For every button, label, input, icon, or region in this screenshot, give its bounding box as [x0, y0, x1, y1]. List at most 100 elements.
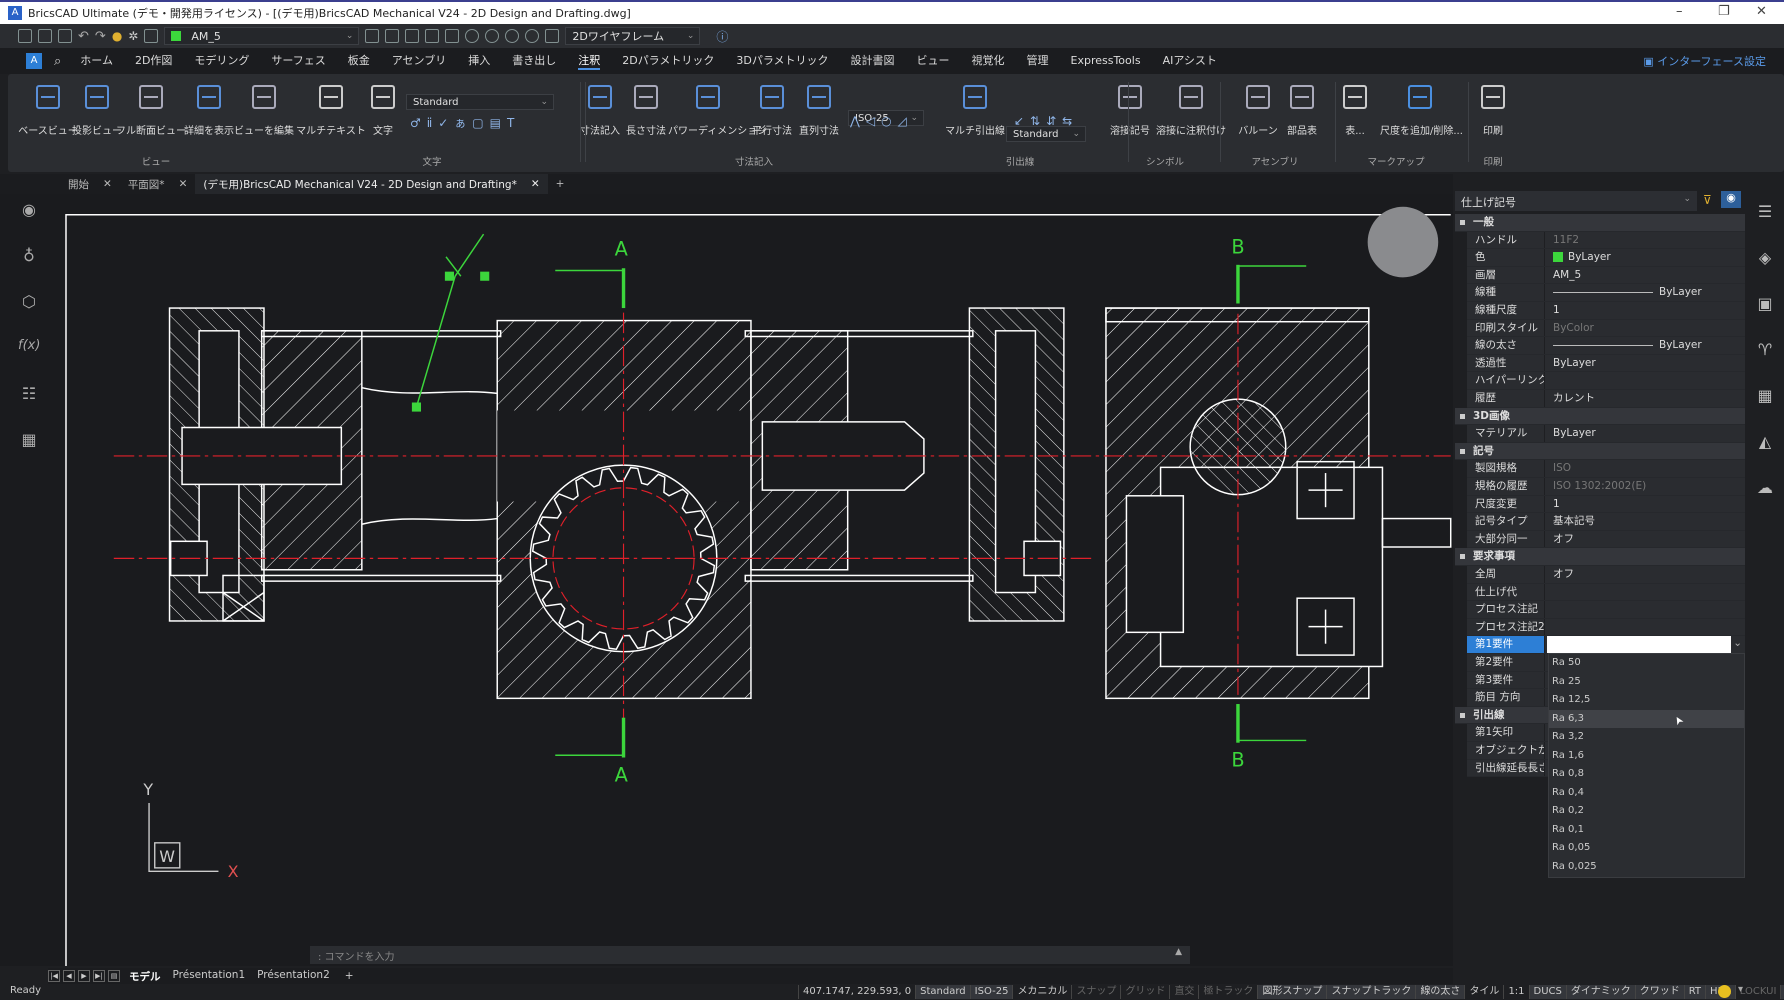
chevron-up-icon[interactable]: ▲: [1175, 947, 1182, 957]
dropdown-option[interactable]: Ra 1,6: [1549, 747, 1744, 766]
menu-tab[interactable]: 3Dパラメトリック: [725, 48, 839, 74]
cloud-icon[interactable]: ☁: [1754, 478, 1776, 500]
ribbon-group-label[interactable]: 印刷: [1483, 154, 1502, 168]
printer-icon[interactable]: [144, 29, 159, 43]
dim-tools-icons[interactable]: ⋀◁○◿: [850, 114, 913, 128]
menu-tab[interactable]: ExpressTools: [1060, 48, 1152, 74]
property-value[interactable]: [1547, 619, 1745, 636]
status-toggle[interactable]: 直交: [1169, 985, 1198, 999]
redo-icon[interactable]: ↷: [95, 29, 106, 44]
view-icon[interactable]: [485, 29, 500, 43]
search-icon[interactable]: ⌕: [54, 54, 61, 69]
view-icon[interactable]: [525, 29, 540, 43]
layout-tab[interactable]: Présentation2: [251, 969, 336, 984]
property-value[interactable]: ByLayer: [1547, 425, 1745, 442]
ribbon-button[interactable]: パワーディメンション: [668, 82, 767, 137]
ribbon-button[interactable]: マルチ引出線: [945, 82, 1005, 137]
status-toggle[interactable]: タイル: [1464, 985, 1503, 999]
property-value[interactable]: オフ: [1547, 531, 1745, 548]
property-value[interactable]: ByLayer: [1547, 284, 1745, 301]
status-toggle[interactable]: メカニカル: [1012, 985, 1071, 999]
menu-tab[interactable]: 2Dパラメトリック: [611, 48, 725, 74]
document-tab[interactable]: 平面図* ✕: [120, 174, 196, 194]
property-row[interactable]: 透過性 ByLayer: [1467, 354, 1745, 373]
ribbon-button[interactable]: 印刷: [1463, 82, 1523, 137]
close-button[interactable]: ✕: [1756, 4, 1767, 19]
new-icon[interactable]: [18, 29, 32, 43]
ribbon-button[interactable]: 詳細を表示: [179, 82, 239, 137]
grid-icon[interactable]: ▦: [18, 430, 40, 452]
ribbon-button[interactable]: 投影ビュー: [67, 82, 127, 137]
blocks-icon[interactable]: ▣: [1754, 294, 1776, 316]
layout-tab[interactable]: Présentation1: [167, 969, 252, 984]
dropdown-option[interactable]: Ra 50: [1549, 654, 1744, 673]
visual-style-icon[interactable]: [545, 29, 560, 43]
add-layout-button[interactable]: +: [339, 970, 360, 982]
status-menu-chevron[interactable]: ▾: [1738, 984, 1743, 995]
dropdown-option[interactable]: Ra 0,025: [1549, 858, 1744, 877]
property-row[interactable]: プロセス注記: [1467, 601, 1745, 619]
status-toggle[interactable]: 極トラック: [1198, 985, 1257, 999]
status-toggle[interactable]: Standard: [915, 985, 970, 999]
property-value[interactable]: ByColor: [1547, 320, 1745, 337]
close-icon[interactable]: ✕: [179, 178, 188, 190]
layer-combo[interactable]: AM_5 ⌄: [164, 27, 360, 45]
mleader-style-combo[interactable]: Standard ⌄: [1006, 126, 1086, 142]
status-toggle[interactable]: クワッド: [1634, 985, 1684, 999]
restore-button[interactable]: ❐: [1718, 4, 1730, 19]
status-toggle[interactable]: スナップ: [1071, 985, 1120, 999]
dropdown-option[interactable]: Ra 0,2: [1549, 802, 1744, 821]
ribbon-button[interactable]: 直列寸法: [789, 82, 849, 137]
status-toggle[interactable]: RT: [1683, 985, 1706, 999]
eye-icon[interactable]: ◉: [18, 200, 40, 222]
property-value[interactable]: ByLayer: [1547, 249, 1745, 266]
requirement-dropdown-list[interactable]: Ra 50 Ra 25 Ra 12,5 Ra 6,3 Ra 3,2 Ra 1,6 Ra 0,…: [1548, 653, 1745, 878]
dropdown-option[interactable]: Ra 0,8: [1549, 765, 1744, 784]
property-value[interactable]: [1547, 636, 1731, 653]
leader-tools-icons[interactable]: ↙⇅⇵⇆: [1014, 114, 1078, 128]
property-row[interactable]: 尺度変更 1: [1467, 495, 1745, 514]
property-row[interactable]: ハイパーリンク: [1467, 372, 1745, 390]
undo-icon[interactable]: ↶: [78, 29, 89, 44]
property-row[interactable]: 製図規格 ISO: [1467, 460, 1745, 478]
property-row[interactable]: 履歴 カレント: [1467, 390, 1745, 408]
property-row[interactable]: 線種 ByLayer: [1467, 284, 1745, 302]
property-row[interactable]: マテリアル ByLayer: [1467, 425, 1745, 443]
property-row[interactable]: 大部分同一 オフ: [1467, 530, 1745, 549]
sliders-icon[interactable]: ☰: [1754, 202, 1776, 224]
status-toggle[interactable]: 407.1747, 229.593, 0: [798, 985, 915, 999]
save-icon[interactable]: [58, 29, 72, 43]
close-icon[interactable]: ✕: [531, 178, 540, 190]
dropdown-option[interactable]: Ra 3,2: [1549, 728, 1744, 747]
property-row[interactable]: 記号タイプ 基本記号: [1467, 513, 1745, 531]
property-value[interactable]: 1: [1547, 302, 1745, 319]
property-row[interactable]: ハンドル 11F2: [1467, 231, 1745, 250]
ribbon-button[interactable]: 文字: [353, 82, 413, 137]
property-row[interactable]: 画層 AM_5: [1467, 266, 1745, 285]
tool-icon[interactable]: [365, 29, 380, 43]
ribbon-group-label[interactable]: シンボル: [1146, 154, 1184, 168]
ribbon-button[interactable]: マルチテキスト: [296, 82, 366, 137]
tree-icon[interactable]: ☷: [18, 384, 40, 406]
menu-tab[interactable]: 注釈: [567, 48, 611, 74]
status-toggle[interactable]: 無し: [1780, 985, 1784, 999]
chevron-down-icon[interactable]: ⌄: [1733, 637, 1742, 649]
drafting-icon[interactable]: ◭: [1754, 432, 1776, 454]
ribbon-group-label[interactable]: 引出線: [1006, 154, 1035, 168]
property-value[interactable]: ISO 1302:2002(E): [1547, 478, 1745, 495]
lightbulb-icon[interactable]: ♁: [18, 246, 40, 268]
cube-icon[interactable]: ⬡: [18, 292, 40, 314]
dropdown-option[interactable]: Ra 0,4: [1549, 784, 1744, 803]
property-row[interactable]: 仕上げ代: [1467, 583, 1745, 602]
property-value[interactable]: [1547, 372, 1745, 389]
notification-icon[interactable]: [1718, 985, 1731, 998]
property-row[interactable]: プロセス注記2: [1467, 618, 1745, 637]
selection-filter-combo[interactable]: 仕上げ記号 ⌄: [1455, 191, 1697, 211]
sun-icon[interactable]: ✲: [128, 29, 138, 43]
status-toggle[interactable]: 1:1: [1503, 985, 1528, 999]
app-menu-button[interactable]: A: [26, 53, 42, 69]
menu-tab[interactable]: アセンブリ: [381, 48, 457, 74]
menu-tab[interactable]: ビュー: [906, 48, 961, 74]
new-tab-button[interactable]: +: [548, 174, 573, 194]
ribbon-button[interactable]: ビューを編集: [234, 82, 294, 137]
